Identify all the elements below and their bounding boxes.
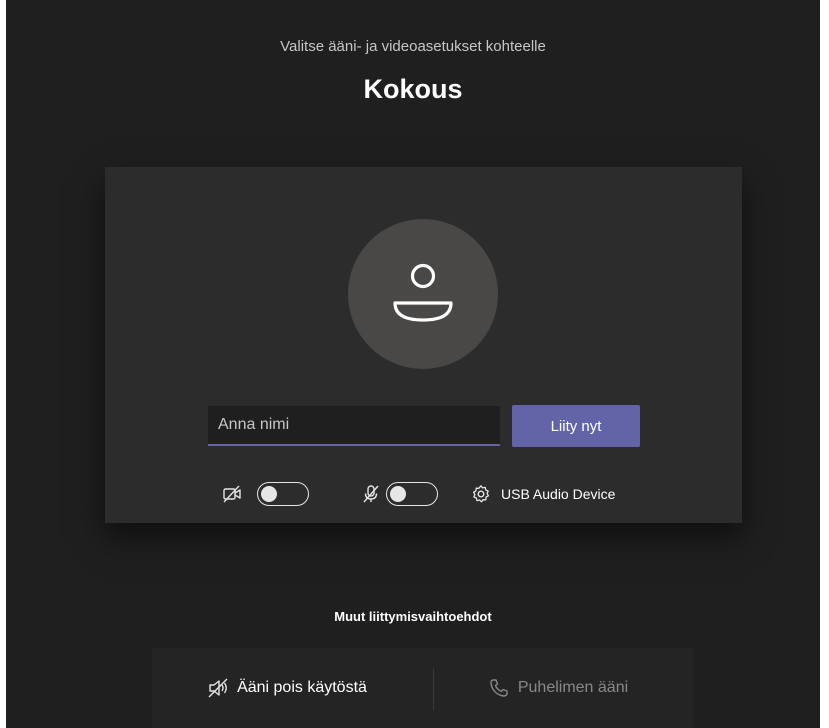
video-off-icon	[223, 485, 241, 503]
microphone-toggle[interactable]	[386, 482, 438, 506]
prejoin-subtitle: Valitse ääni- ja videoasetukset kohteell…	[280, 38, 546, 55]
preview-card: Liity nyt	[105, 167, 742, 523]
person-icon	[393, 263, 453, 322]
camera-toggle-knob	[261, 485, 277, 502]
avatar	[348, 219, 498, 369]
phone-audio-option[interactable]: Puhelimen ääni	[423, 648, 693, 728]
other-join-options: Ääni pois käytöstä Puhelimen ääni	[152, 648, 693, 728]
audio-device-label[interactable]: USB Audio Device	[501, 486, 615, 502]
audio-off-label: Ääni pois käytöstä	[237, 679, 367, 696]
mic-off-icon	[363, 485, 379, 503]
phone-icon	[490, 679, 508, 697]
name-input[interactable]	[208, 406, 500, 446]
microphone-toggle-knob	[390, 485, 406, 502]
camera-toggle[interactable]	[257, 482, 309, 506]
device-controls: USB Audio Device	[105, 477, 742, 511]
meeting-title: Kokous	[363, 74, 463, 104]
phone-audio-label: Puhelimen ääni	[517, 679, 629, 696]
gear-icon[interactable]	[471, 484, 491, 504]
speaker-off-icon	[208, 678, 228, 698]
other-join-options-heading: Muut liittymisvaihtoehdot	[334, 609, 492, 624]
audio-off-option[interactable]: Ääni pois käytöstä	[152, 648, 422, 728]
prejoin-window: Valitse ääni- ja videoasetukset kohteell…	[6, 0, 820, 728]
join-now-button[interactable]: Liity nyt	[512, 405, 640, 447]
